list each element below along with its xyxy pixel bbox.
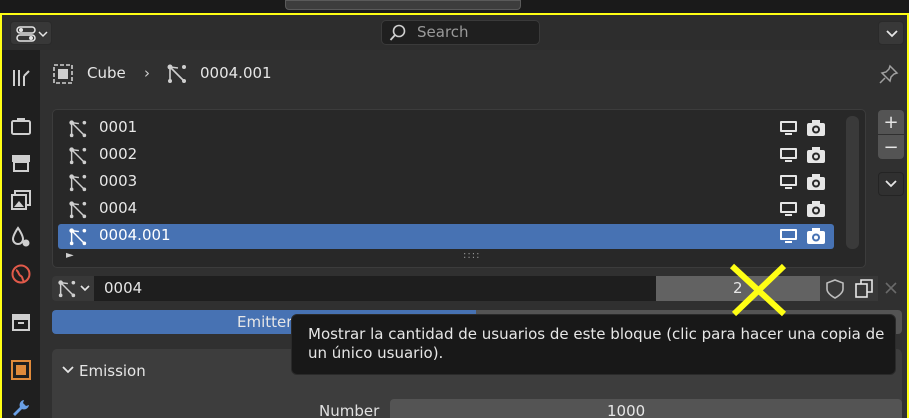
breadcrumb-separator: › (144, 64, 150, 82)
editor-type-icon (16, 26, 48, 42)
tab-world[interactable] (8, 261, 34, 287)
particles-icon (69, 201, 87, 219)
breadcrumb-object: Cube (87, 64, 126, 82)
new-copy-button[interactable] (850, 276, 878, 301)
camera-icon[interactable] (806, 227, 826, 245)
world-icon (11, 264, 31, 284)
list-scrollbar[interactable] (846, 116, 859, 249)
camera-icon[interactable] (806, 173, 826, 191)
collection-icon (12, 314, 30, 331)
type-emitter-label: Emitter (237, 313, 293, 331)
particles-icon (58, 280, 76, 298)
monitor-icon[interactable] (779, 120, 798, 136)
pin-icon[interactable] (878, 63, 900, 85)
list-item-label: 0004.001 (99, 226, 171, 244)
list-item[interactable]: 0002 (58, 143, 834, 168)
chevron-down-icon[interactable] (61, 364, 75, 376)
output-icon (12, 155, 30, 172)
list-item-selected[interactable]: 0004.001 (58, 224, 834, 249)
close-icon (885, 282, 897, 294)
tool-icon (13, 70, 30, 86)
particles-icon (69, 228, 87, 246)
camera-icon[interactable] (806, 146, 826, 164)
view-layer-icon (11, 190, 31, 210)
particles-icon (167, 64, 186, 83)
list-item[interactable]: 0001 (58, 116, 834, 141)
number-value: 1000 (607, 402, 646, 418)
tab-tool[interactable] (8, 65, 34, 91)
scene-icon (11, 226, 30, 247)
particles-icon (69, 174, 87, 192)
chevron-down-icon (886, 30, 898, 38)
chevron-down-icon (80, 285, 90, 292)
header-options-button[interactable] (878, 21, 904, 45)
unlink-button[interactable] (878, 276, 904, 301)
editor-type-button[interactable] (10, 21, 52, 45)
adjacent-editor-widget[interactable] (285, 0, 521, 10)
monitor-icon[interactable] (779, 174, 798, 190)
plus-icon: + (883, 111, 899, 133)
list-item-label: 0003 (99, 172, 138, 190)
list-resize-grip[interactable]: :::: (463, 250, 480, 261)
number-field[interactable] (390, 399, 902, 418)
tab-scene[interactable] (8, 224, 34, 250)
list-filter-expander[interactable]: ► (66, 250, 74, 261)
minus-icon: − (883, 136, 899, 158)
object-icon (11, 360, 31, 380)
list-item[interactable]: 0004 (58, 197, 834, 222)
wrench-icon (13, 400, 29, 416)
duplicate-icon (855, 279, 873, 298)
particles-icon (69, 120, 87, 138)
breadcrumb-particle-system: 0004.001 (200, 64, 272, 82)
object-icon (53, 64, 73, 84)
tab-render[interactable] (8, 113, 34, 139)
monitor-icon[interactable] (779, 201, 798, 217)
tab-output[interactable] (8, 150, 34, 176)
search-placeholder: Search (417, 23, 469, 41)
search-icon (389, 24, 406, 41)
list-item-label: 0004 (99, 199, 138, 217)
monitor-icon[interactable] (779, 147, 798, 163)
tab-modifiers[interactable] (8, 395, 34, 418)
monitor-icon[interactable] (779, 228, 798, 244)
tab-view-layer[interactable] (8, 187, 34, 213)
particle-settings-name-field[interactable] (94, 276, 656, 301)
chevron-down-icon (885, 180, 897, 188)
camera-icon[interactable] (806, 119, 826, 137)
tab-object[interactable] (8, 357, 34, 383)
camera-icon[interactable] (806, 200, 826, 218)
emission-panel-title[interactable]: Emission (79, 362, 146, 380)
particles-icon (69, 147, 87, 165)
render-icon (11, 118, 31, 135)
browse-particle-settings-button[interactable] (52, 276, 94, 301)
tab-collection[interactable] (8, 309, 34, 335)
number-label: Number (319, 402, 380, 418)
tooltip-text: Mostrar la cantidad de usuarios de este … (308, 325, 885, 362)
particle-settings-name: 0004 (104, 279, 143, 297)
list-item-label: 0001 (99, 118, 138, 136)
shield-icon (826, 279, 844, 299)
add-particle-system-button[interactable]: + (878, 110, 904, 134)
fake-user-button[interactable] (820, 276, 850, 301)
adjacent-editor-strip (0, 0, 909, 13)
list-specials-button[interactable] (878, 172, 904, 196)
list-item-label: 0002 (99, 145, 138, 163)
annotation-x-mark (729, 263, 787, 317)
list-item[interactable]: 0003 (58, 170, 834, 195)
remove-particle-system-button[interactable]: − (878, 135, 904, 159)
